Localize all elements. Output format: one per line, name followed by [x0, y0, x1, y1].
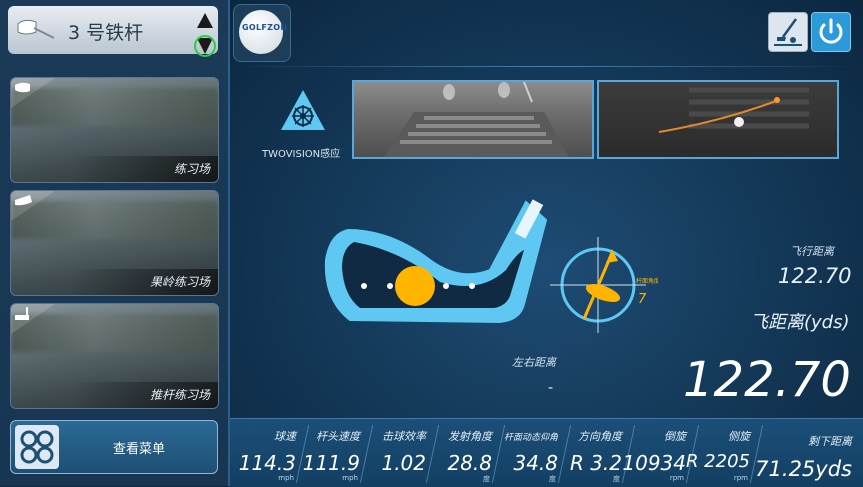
stat-label: 发射角度 — [448, 430, 492, 443]
twovision-label: TWOVISION感应 — [262, 149, 341, 160]
impact-point-ball — [395, 266, 435, 306]
stat-club-speed: 杆头速度 111.9 mph — [295, 419, 366, 487]
power-button[interactable] — [811, 12, 851, 52]
stat-label: 侧旋 — [728, 430, 750, 443]
view-menu-label: 查看菜单 — [113, 442, 166, 457]
golf-ball-logo-icon — [239, 10, 283, 54]
golf-club-ball-icon — [774, 18, 802, 46]
stat-unit: rpm — [733, 474, 748, 482]
logo-text: GOLFZON — [242, 23, 288, 32]
carry-distance-label: 飞行距离 — [790, 245, 834, 258]
stat-side-spin: 侧旋 R 2205 rpm — [685, 419, 756, 487]
sidebar: 3 号铁杆 练习场 果岭练习场 推杆练习场 查看菜单 — [0, 0, 230, 486]
side-distance-label: 左右距离 — [512, 356, 556, 369]
stat-dynamic-loft: 杆面动态仰角 34.8 度 — [491, 419, 564, 487]
stat-value: 10934 — [622, 451, 686, 475]
twovision-sensor-icon — [281, 90, 325, 130]
total-distance-label: 飞距离(yds) — [750, 312, 850, 333]
carry-distance-value: 122.70 — [778, 264, 852, 288]
club-angle-label: 杆面角度 — [636, 277, 658, 285]
course-card-green-practice[interactable]: 果岭练习场 — [10, 190, 219, 296]
stat-value: R 2205 — [685, 451, 750, 472]
golfzon-logo: GOLFZON — [233, 4, 291, 62]
club-angle-value: 7 — [638, 292, 647, 307]
menu-grid-icon — [15, 425, 59, 469]
course-card-putting-practice[interactable]: 推杆练习场 — [10, 303, 219, 409]
shot-stats-bar: 球速 114.3 mph 杆头速度 111.9 mph 击球效率 1.02 发射… — [230, 418, 863, 487]
stat-label: 方向角度 — [578, 430, 622, 443]
club-face-plane — [585, 283, 621, 303]
stat-launch-angle: 发射角度 28.8 度 — [425, 419, 498, 487]
stat-unit: 度 — [549, 475, 556, 483]
stat-value: 28.8 — [447, 451, 492, 475]
stat-unit: 度 — [613, 475, 620, 483]
stat-direction-angle: 方向角度 R 3.2 度 — [557, 419, 628, 487]
stat-value: R 3.2 — [569, 451, 622, 475]
view-menu-button[interactable]: 查看菜单 — [10, 420, 218, 474]
stat-label: 倒旋 — [664, 430, 686, 443]
stat-remaining-distance: 剩下距离 71.25yds — [749, 419, 858, 487]
stat-label: 杆面动态仰角 — [503, 433, 558, 443]
stat-value: 1.02 — [381, 451, 426, 475]
club-name: 3 号铁杆 — [68, 22, 144, 44]
club-setting-button[interactable] — [768, 12, 808, 52]
course-card-driving-range[interactable]: 练习场 — [10, 77, 219, 183]
stat-unit: mph — [342, 474, 358, 482]
stat-label: 球速 — [274, 430, 296, 443]
stat-label: 剩下距离 — [808, 435, 852, 448]
stat-value: 114.3 — [238, 451, 296, 475]
stat-unit: 度 — [483, 475, 490, 483]
course-card-label: 推杆练习场 — [149, 388, 210, 402]
stat-label: 击球效率 — [382, 430, 426, 443]
driver-club-icon — [17, 19, 54, 39]
camera-view-front — [352, 80, 594, 159]
club-selector[interactable]: 3 号铁杆 — [8, 6, 218, 57]
stat-value: 71.25yds — [755, 457, 852, 481]
power-icon — [819, 18, 843, 44]
club-angle-indicator: 杆面角度 7 — [550, 237, 658, 333]
stat-label: 杆头速度 — [316, 430, 360, 443]
total-distance-value: 122.70 — [683, 352, 851, 408]
stat-smash-factor: 击球效率 1.02 — [359, 419, 432, 487]
club-face-impact-graphic — [324, 199, 548, 324]
side-distance-value: - — [548, 380, 554, 396]
stat-value: 111.9 — [302, 451, 360, 475]
swing-camera-image — [384, 82, 569, 157]
stat-back-spin: 倒旋 10934 rpm — [621, 419, 692, 487]
stat-ball-speed: 球速 114.3 mph — [230, 419, 302, 487]
stat-value: 34.8 — [513, 451, 558, 475]
camera-view-side — [597, 80, 839, 159]
impact-camera-image — [658, 87, 809, 133]
stat-unit: rpm — [669, 474, 684, 482]
course-card-label: 果岭练习场 — [149, 275, 210, 289]
stat-unit: mph — [278, 474, 294, 482]
header-divider — [233, 66, 861, 67]
course-card-label: 练习场 — [173, 162, 210, 176]
club-switch-arrows-icon[interactable] — [191, 10, 219, 58]
